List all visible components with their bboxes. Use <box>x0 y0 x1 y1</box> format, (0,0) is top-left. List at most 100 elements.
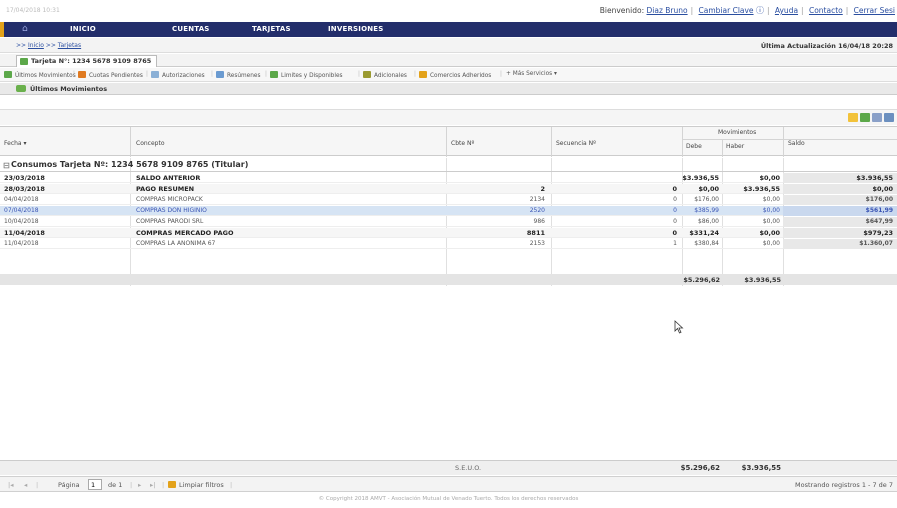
cell-concepto: COMPRAS MICROPACK <box>136 196 203 203</box>
nav-inicio[interactable]: INICIO <box>70 25 96 33</box>
table-header: Fecha ▾ Concepto Cbte Nº Secuencia Nº Mo… <box>0 126 897 157</box>
mouse-cursor-icon <box>674 320 684 334</box>
first-page-icon[interactable]: |◂ <box>8 481 13 489</box>
col-cbte[interactable]: Cbte Nº <box>451 140 474 147</box>
cell-debe: $0,00 <box>698 185 719 193</box>
grid-toolbar <box>0 109 897 125</box>
cell-haber: $0,00 <box>759 174 780 182</box>
plus-icon: + <box>506 71 511 77</box>
cell-saldo: $176,00 <box>865 196 893 203</box>
toolbar-comercios[interactable]: Comercios Adheridos <box>419 71 491 79</box>
cell-saldo: $561,99 <box>865 207 893 214</box>
table-row[interactable]: 04/04/2018 COMPRAS MICROPACK 2134 0 $176,00 $… <box>0 195 897 205</box>
cell-saldo: $1.360,07 <box>859 240 893 247</box>
installments-icon <box>78 71 86 78</box>
toolbar-cuotas-pendientes[interactable]: Cuotas Pendientes <box>78 71 143 79</box>
welcome-label: Bienvenido: <box>599 6 645 15</box>
col-secuencia[interactable]: Secuencia Nº <box>556 140 596 147</box>
cell-debe: $380,84 <box>694 240 719 247</box>
table-row[interactable]: 11/04/2018 COMPRAS LA ANONIMA 67 2153 1 $380… <box>0 239 897 249</box>
user-link[interactable]: Diaz Bruno <box>647 6 688 15</box>
excel-export-icon[interactable] <box>860 113 870 122</box>
filter-icon[interactable] <box>848 113 858 122</box>
last-page-icon[interactable]: ▸| <box>150 481 155 489</box>
cell-debe: $176,00 <box>694 196 719 203</box>
footer-totals: S.E.U.O. $5.296,62 $3.936,55 <box>0 460 897 475</box>
nav-cuentas[interactable]: CUENTAS <box>172 25 210 33</box>
section-header: Últimos Movimientos <box>0 83 897 95</box>
cell-concepto: COMPRAS LA ANONIMA 67 <box>136 240 216 247</box>
breadcrumb-home[interactable]: Inicio <box>28 42 44 49</box>
breadcrumb: >> Inicio >> Tarjetas <box>16 42 82 49</box>
group-title: Consumos Tarjeta Nº: 1234 5678 9109 8765… <box>11 160 249 169</box>
movements-icon <box>4 71 12 78</box>
group-row[interactable]: ⊟ Consumos Tarjeta Nº: 1234 5678 9109 87… <box>0 158 897 172</box>
tab-card[interactable]: Tarjeta N°: 1234 5678 9109 8765 <box>16 55 158 67</box>
contact-link[interactable]: Contacto <box>809 6 843 15</box>
print-icon[interactable] <box>872 113 882 122</box>
clear-filters-button[interactable]: Limpiar filtros <box>168 481 224 489</box>
toolbar-adicionales[interactable]: Adicionales <box>363 71 407 79</box>
cell-fecha: 04/04/2018 <box>4 196 39 203</box>
cell-debe: $385,99 <box>694 207 719 214</box>
toolbar-ultimos-movimientos[interactable]: Últimos Movimientos <box>4 71 76 79</box>
table-row[interactable]: 11/04/2018 COMPRAS MERCADO PAGO 8811 0 $331,… <box>0 228 897 238</box>
tab-strip: Tarjeta N°: 1234 5678 9109 8765 <box>0 54 897 67</box>
cell-saldo: $647,99 <box>865 218 893 225</box>
copyright: © Copyright 2018 AMVT - Asociación Mutua… <box>318 496 579 502</box>
cell-cbte: 2153 <box>529 240 545 247</box>
table-row[interactable]: 28/03/2018 PAGO RESUMEN 2 0 $0,00 $3.936,55 $0… <box>0 184 897 194</box>
nav-inversiones[interactable]: INVERSIONES <box>328 25 384 33</box>
breadcrumb-tarjetas[interactable]: Tarjetas <box>58 42 81 49</box>
table-row[interactable]: 07/04/2018 COMPRAS DON HIGINIO 2520 0 $385,9… <box>0 206 897 216</box>
toolbar-mas-servicios[interactable]: + Más Servicios ▾ <box>506 71 557 77</box>
cell-secuencia: 0 <box>672 185 677 193</box>
cell-saldo: $979,23 <box>863 229 893 237</box>
change-key-link[interactable]: Cambiar Clave <box>699 6 754 15</box>
next-page-icon[interactable]: ▸ <box>138 481 141 489</box>
merchants-icon <box>419 71 427 78</box>
chevron-down-icon: ▾ <box>554 71 557 77</box>
nav-tarjetas[interactable]: TARJETAS <box>252 25 291 33</box>
statements-icon <box>216 71 224 78</box>
prev-page-icon[interactable]: ◂ <box>24 481 27 489</box>
cell-fecha: 28/03/2018 <box>4 185 45 193</box>
toolbar-autorizaciones[interactable]: Autorizaciones <box>151 71 205 79</box>
services-toolbar: Últimos Movimientos | Cuotas Pendientes … <box>0 68 897 82</box>
col-debe[interactable]: Debe <box>686 143 702 150</box>
nav-accent <box>0 22 4 37</box>
movements-icon <box>16 85 26 92</box>
col-concepto[interactable]: Concepto <box>136 140 165 147</box>
col-fecha[interactable]: Fecha ▾ <box>4 140 27 147</box>
cell-haber: $0,00 <box>759 229 780 237</box>
cell-fecha: 11/04/2018 <box>4 229 45 237</box>
last-update: Última Actualización 16/04/18 20:28 <box>760 42 893 50</box>
cell-cbte: 8811 <box>526 229 545 237</box>
cell-concepto: COMPRAS PARODI SRL <box>136 218 204 225</box>
col-haber[interactable]: Haber <box>726 143 744 150</box>
toolbar-resumenes[interactable]: Resúmenes <box>216 71 261 79</box>
cell-debe: $86,00 <box>698 218 719 225</box>
logout-link[interactable]: Cerrar Sesi <box>854 6 895 15</box>
help-link[interactable]: Ayuda <box>775 6 798 15</box>
sort-desc-icon: ▾ <box>23 140 27 147</box>
main-nav: ⌂ INICIO CUENTAS TARJETAS INVERSIONES <box>0 22 897 37</box>
cell-secuencia: 0 <box>673 207 677 214</box>
table-row[interactable]: 10/04/2018 COMPRAS PARODI SRL 986 0 $86,00 $0… <box>0 217 897 227</box>
pager: |◂ ◂ | Página de 1 | ▸ ▸| | Limpiar filt… <box>0 476 897 492</box>
home-logo-icon[interactable]: ⌂ <box>22 24 40 35</box>
cell-secuencia: 0 <box>672 229 677 237</box>
cell-haber: $3.936,55 <box>743 185 780 193</box>
cell-cbte: 2520 <box>529 207 545 214</box>
cell-concepto: COMPRAS DON HIGINIO <box>136 207 207 214</box>
top-bar: 17/04/2018 10:31 Bienvenido: Diaz Bruno |… <box>0 0 897 22</box>
col-saldo[interactable]: Saldo <box>788 140 805 147</box>
footer-total-debe: $5.296,62 <box>680 464 720 472</box>
collapse-icon[interactable]: ⊟ <box>3 161 10 170</box>
page-input[interactable] <box>88 479 102 490</box>
pdf-export-icon[interactable] <box>884 113 894 122</box>
toolbar-limites[interactable]: Limites y Disponibles <box>270 71 343 79</box>
cell-cbte: 2134 <box>529 196 545 203</box>
breadcrumb-bar: >> Inicio >> Tarjetas Última Actualizaci… <box>0 38 897 53</box>
table-row[interactable]: 23/03/2018 SALDO ANTERIOR $3.936,55 $0,00 $3… <box>0 173 897 183</box>
